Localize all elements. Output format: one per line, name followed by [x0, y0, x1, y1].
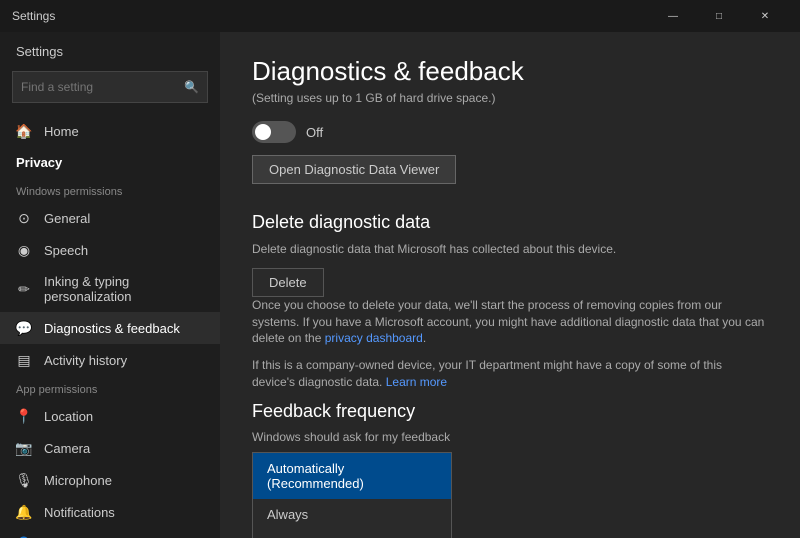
camera-icon: 📷	[16, 440, 32, 456]
general-icon: ⊙	[16, 210, 32, 226]
sidebar-search[interactable]: 🔍	[12, 71, 208, 103]
titlebar-controls: — □ ✕	[650, 0, 788, 32]
company-note: If this is a company-owned device, your …	[252, 357, 768, 391]
activity-icon: ▤	[16, 352, 32, 368]
titlebar-title: Settings	[12, 9, 55, 23]
sidebar-item-home-label: Home	[44, 124, 79, 139]
page-title: Diagnostics & feedback	[252, 56, 768, 87]
sidebar-item-speech-label: Speech	[44, 243, 88, 258]
titlebar: Settings — □ ✕	[0, 0, 800, 32]
page-subtitle: (Setting uses up to 1 GB of hard drive s…	[252, 91, 768, 105]
sidebar-item-general-label: General	[44, 211, 90, 226]
sidebar-header: Settings	[0, 32, 220, 67]
sidebar-item-location-label: Location	[44, 409, 93, 424]
delete-button[interactable]: Delete	[252, 268, 324, 297]
sidebar-item-speech[interactable]: ◉ Speech	[0, 234, 220, 266]
sidebar-item-inking[interactable]: ✏ Inking & typing personalization	[0, 266, 220, 312]
sidebar-item-general[interactable]: ⊙ General	[0, 202, 220, 234]
sidebar-item-camera[interactable]: 📷 Camera	[0, 432, 220, 464]
sidebar-item-inking-label: Inking & typing personalization	[44, 274, 204, 304]
dropdown-item-auto[interactable]: Automatically (Recommended)	[253, 453, 451, 499]
diagnostics-icon: 💬	[16, 320, 32, 336]
sidebar-item-diagnostics-label: Diagnostics & feedback	[44, 321, 180, 336]
dropdown-item-always[interactable]: Always	[253, 499, 451, 530]
feedback-section-title: Feedback frequency	[252, 401, 768, 422]
home-icon: 🏠	[16, 123, 32, 139]
sidebar: Settings 🔍 🏠 Home Privacy Windows permis…	[0, 32, 220, 538]
open-viewer-button[interactable]: Open Diagnostic Data Viewer	[252, 155, 456, 184]
delete-section-description: Delete diagnostic data that Microsoft ha…	[252, 241, 768, 258]
notifications-icon: 🔔	[16, 504, 32, 520]
learn-more-link[interactable]: Learn more	[386, 375, 447, 389]
sidebar-item-location[interactable]: 📍 Location	[0, 400, 220, 432]
inking-icon: ✏	[16, 281, 32, 297]
sidebar-item-microphone[interactable]: 🎙 Microphone	[0, 464, 220, 496]
toggle-row: Off	[252, 121, 768, 143]
minimize-button[interactable]: —	[650, 0, 696, 32]
windows-permissions-label: Windows permissions	[0, 178, 220, 202]
sidebar-item-activity[interactable]: ▤ Activity history	[0, 344, 220, 376]
feedback-dropdown: Automatically (Recommended) Always Once …	[252, 452, 768, 538]
speech-icon: ◉	[16, 242, 32, 258]
sidebar-item-camera-label: Camera	[44, 441, 90, 456]
delete-section-title: Delete diagnostic data	[252, 212, 768, 233]
sidebar-item-microphone-label: Microphone	[44, 473, 112, 488]
sidebar-item-activity-label: Activity history	[44, 353, 127, 368]
app-permissions-label: App permissions	[0, 376, 220, 400]
toggle-label: Off	[306, 125, 323, 140]
toggle-knob	[255, 124, 271, 140]
dropdown-menu: Automatically (Recommended) Always Once …	[252, 452, 452, 538]
diagnostic-toggle[interactable]	[252, 121, 296, 143]
main-layout: Settings 🔍 🏠 Home Privacy Windows permis…	[0, 32, 800, 538]
sidebar-item-notifications-label: Notifications	[44, 505, 115, 520]
search-input[interactable]	[21, 80, 184, 94]
search-icon: 🔍	[184, 80, 199, 94]
company-note-text: If this is a company-owned device, your …	[252, 358, 722, 389]
microphone-icon: 🎙	[16, 472, 32, 488]
delete-note: Once you choose to delete your data, we'…	[252, 297, 768, 347]
location-icon: 📍	[16, 408, 32, 424]
content-area: Diagnostics & feedback (Setting uses up …	[220, 32, 800, 538]
maximize-button[interactable]: □	[696, 0, 742, 32]
privacy-dashboard-link[interactable]: privacy dashboard	[325, 331, 423, 345]
dropdown-item-day[interactable]: Once a day	[253, 530, 451, 538]
privacy-label: Privacy	[16, 155, 62, 170]
sidebar-item-home[interactable]: 🏠 Home	[0, 115, 220, 147]
sidebar-item-account-info[interactable]: 👤 Account info	[0, 528, 220, 538]
sidebar-item-diagnostics[interactable]: 💬 Diagnostics & feedback	[0, 312, 220, 344]
feedback-label: Windows should ask for my feedback	[252, 430, 768, 444]
sidebar-item-notifications[interactable]: 🔔 Notifications	[0, 496, 220, 528]
sidebar-privacy-header: Privacy	[0, 147, 220, 178]
close-button[interactable]: ✕	[742, 0, 788, 32]
